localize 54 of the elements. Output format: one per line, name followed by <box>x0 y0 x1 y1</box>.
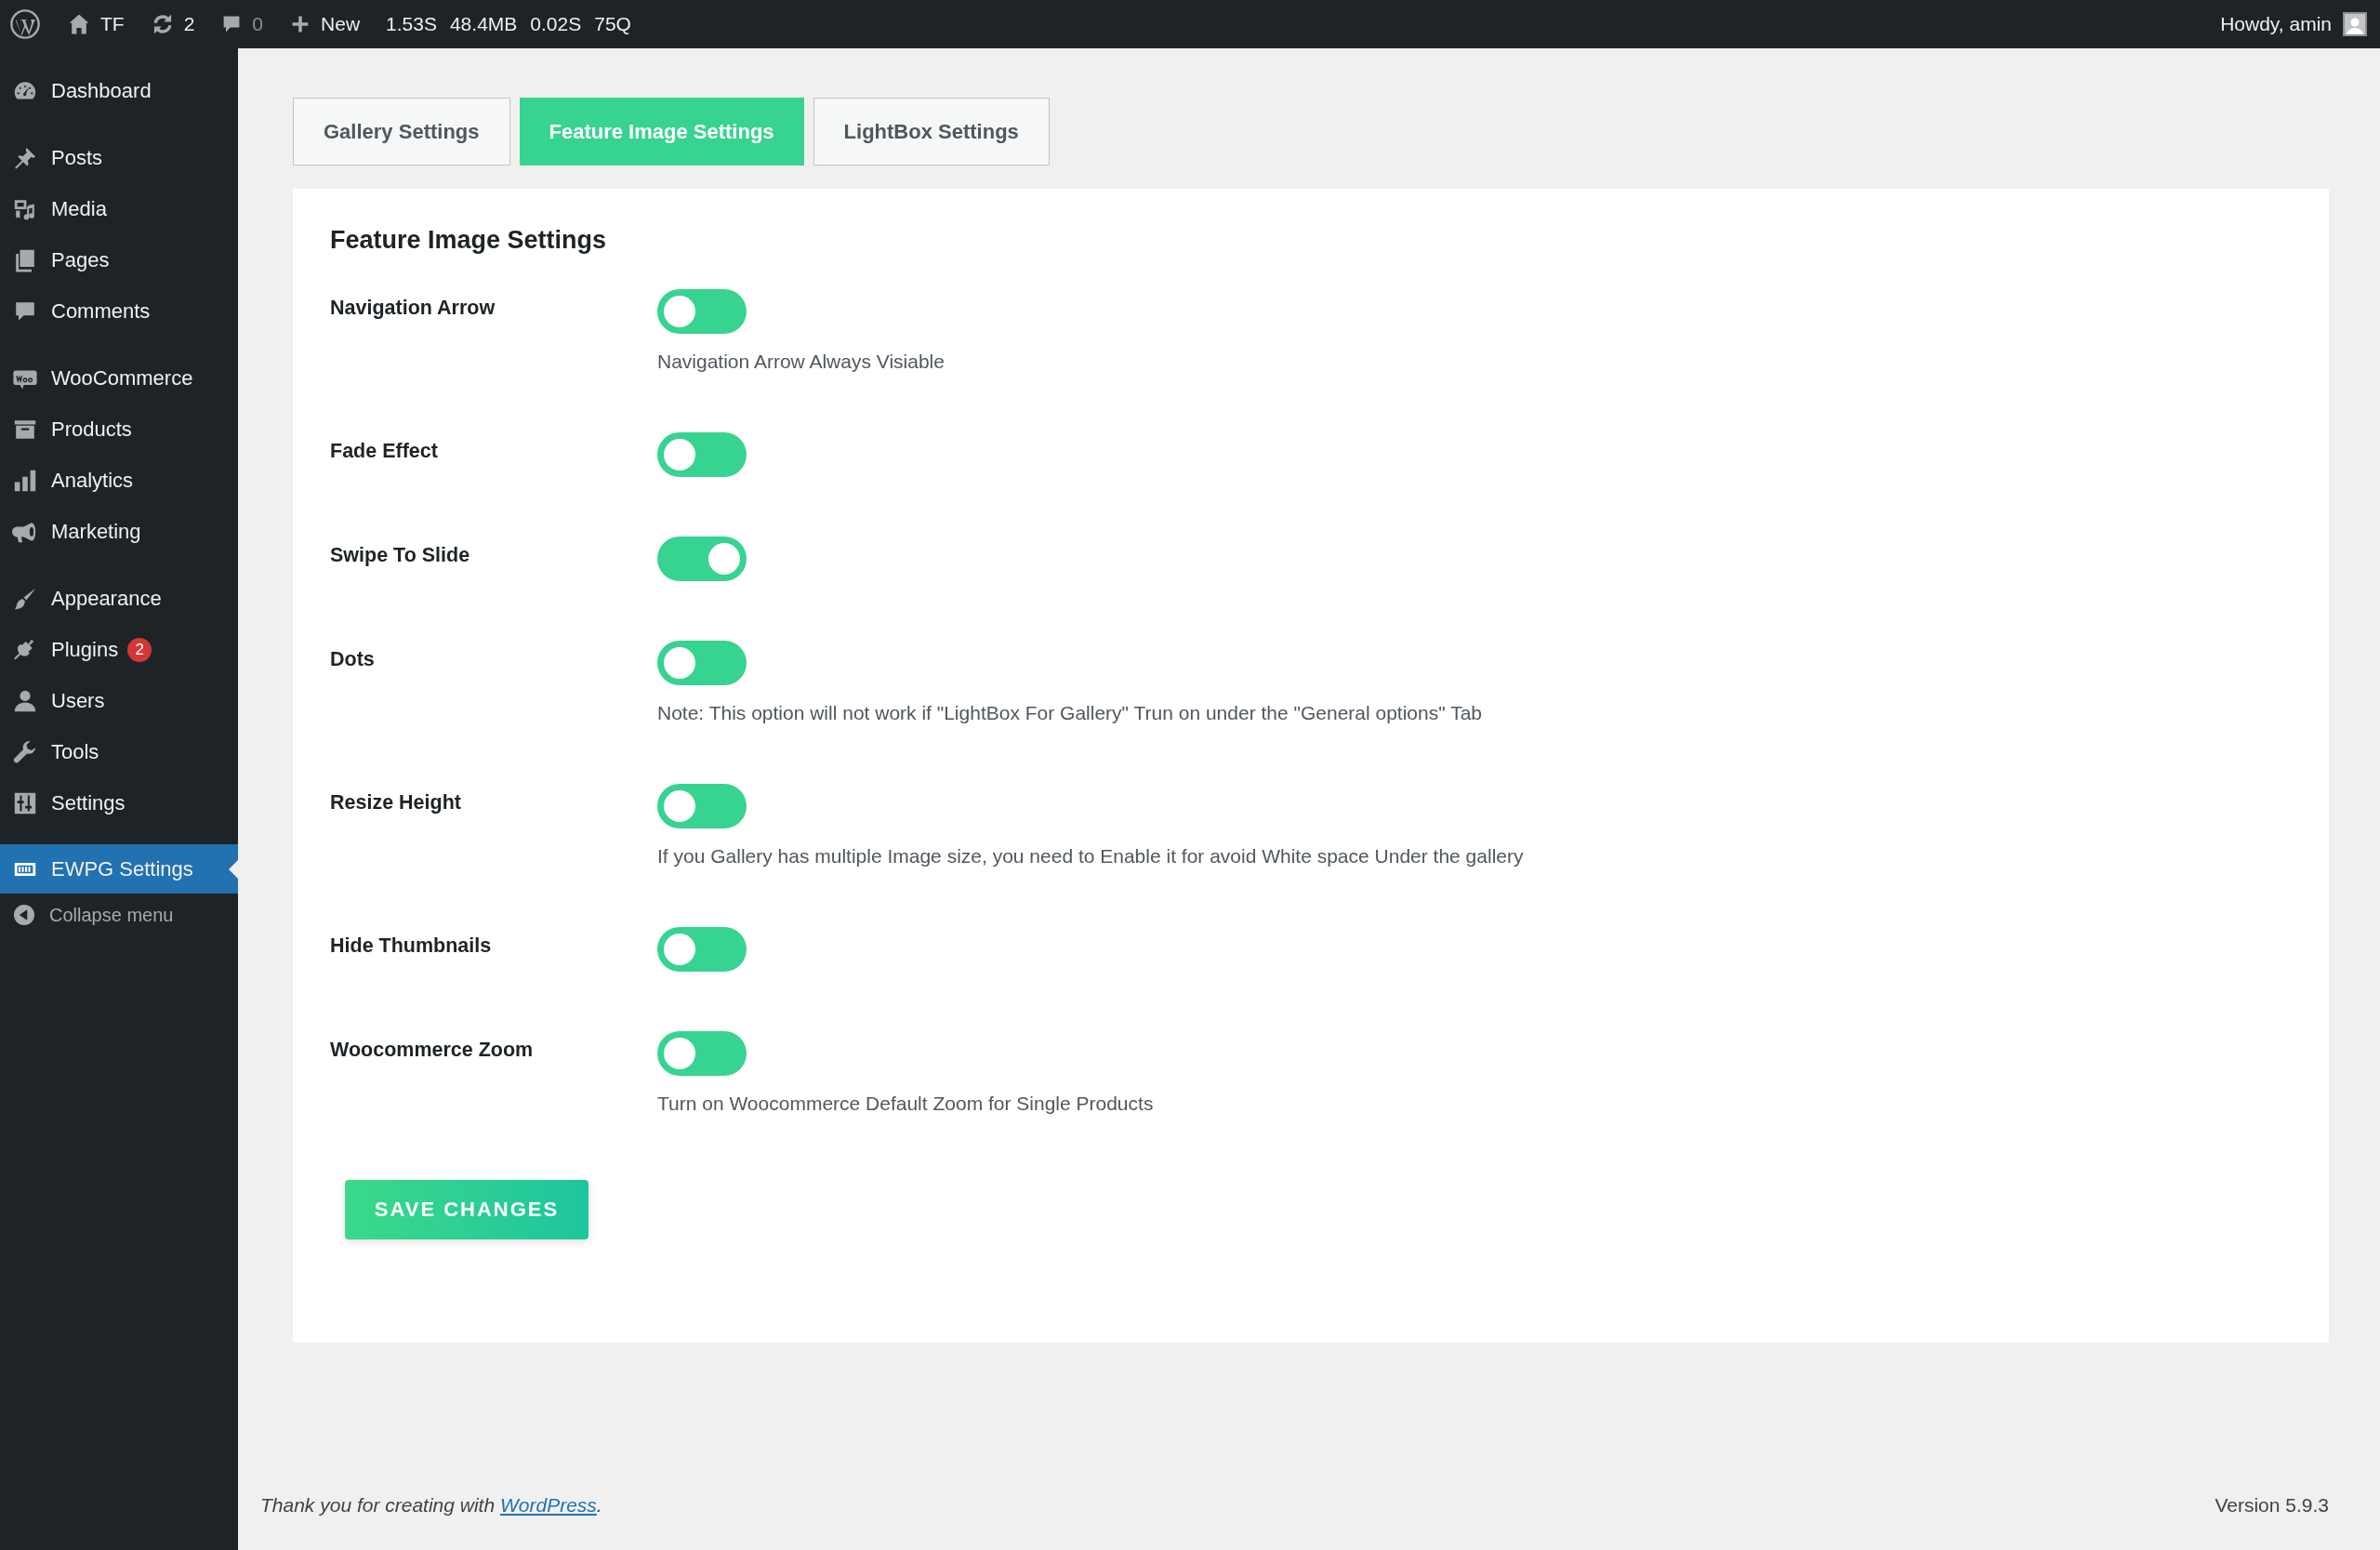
setting-description: Note: This option will not work if "LightBox For Gallery" Trun on under the "General options" Tab <box>657 702 1483 724</box>
toggle-switch[interactable] <box>657 1031 747 1076</box>
sidebar-item[interactable]: Dashboard <box>0 65 238 116</box>
setting-label: Dots <box>330 647 376 672</box>
sidebar-item[interactable]: Comments <box>0 285 238 337</box>
sidebar-item[interactable]: Media <box>0 183 238 234</box>
toggle-switch[interactable] <box>657 537 747 581</box>
toggle-switch[interactable] <box>657 432 747 477</box>
debug-stat[interactable]: 48.4MB <box>449 13 518 35</box>
settings-tab[interactable]: LightBox Settings <box>813 98 1050 166</box>
setting-label: Swipe To Slide <box>330 543 471 568</box>
debug-stat[interactable]: 75Q <box>594 13 631 35</box>
settings-tab[interactable]: Gallery Settings <box>293 98 510 166</box>
wordpress-logo-icon[interactable] <box>9 8 41 40</box>
comments-link[interactable]: 0 <box>220 13 264 35</box>
setting-description: Navigation Arrow Always Visiable <box>657 351 945 373</box>
toggle-switch[interactable] <box>657 784 747 828</box>
toggle-switch[interactable] <box>657 289 747 334</box>
setting-label: Resize Height <box>330 790 462 815</box>
updates-link[interactable]: 2 <box>150 12 195 36</box>
greeting-link[interactable]: Howdy, amin <box>2220 13 2332 35</box>
debug-stat[interactable]: 0.02S <box>530 13 582 35</box>
sidebar-item[interactable]: Tools <box>0 726 238 777</box>
setting-description: Turn on Woocommerce Default Zoom for Single Products <box>657 1093 1155 1115</box>
toggle-switch[interactable] <box>657 927 747 972</box>
sidebar-item[interactable]: Marketing <box>0 506 238 557</box>
sidebar-item[interactable]: EWPG Settings <box>0 844 238 894</box>
wordpress-link[interactable]: WordPress <box>499 1494 597 1516</box>
avatar-icon[interactable] <box>2343 12 2367 36</box>
sidebar-item[interactable]: Posts <box>0 132 238 183</box>
sidebar-item[interactable]: Pages <box>0 234 238 285</box>
new-content-link[interactable]: New <box>289 13 361 35</box>
site-name-link[interactable]: TF <box>67 12 125 36</box>
sidebar-item[interactable]: Plugins 2 <box>0 624 238 675</box>
home-icon <box>67 12 91 36</box>
setting-label: Fade Effect <box>330 439 439 464</box>
version-text: Version 5.9.3 <box>2215 1494 2329 1517</box>
setting-label: Hide Thumbnails <box>330 934 493 959</box>
setting-label: Woocommerce Zoom <box>330 1038 535 1063</box>
update-count-badge: 2 <box>127 637 152 662</box>
footer-credit: Thank you for creating with WordPress. <box>260 1494 602 1517</box>
sidebar-item[interactable]: Settings <box>0 777 238 828</box>
setting-label: Navigation Arrow <box>330 296 496 321</box>
sidebar-item[interactable]: WooCommerce <box>0 352 238 404</box>
sidebar-item[interactable]: Appearance <box>0 573 238 624</box>
sidebar-item[interactable]: Users <box>0 675 238 726</box>
panel-title: Feature Image Settings <box>330 226 608 255</box>
sidebar-item[interactable]: Analytics <box>0 455 238 506</box>
setting-description: If you Gallery has multiple Image size, you need to Enable it for avoid White space Under the gallery <box>657 845 1525 868</box>
sidebar-item[interactable]: Products <box>0 404 238 455</box>
debug-stat[interactable]: 1.53S <box>386 13 437 35</box>
collapse-menu-button[interactable]: Collapse menu <box>0 896 238 934</box>
toggle-switch[interactable] <box>657 641 747 685</box>
wrench-icon <box>12 738 38 765</box>
